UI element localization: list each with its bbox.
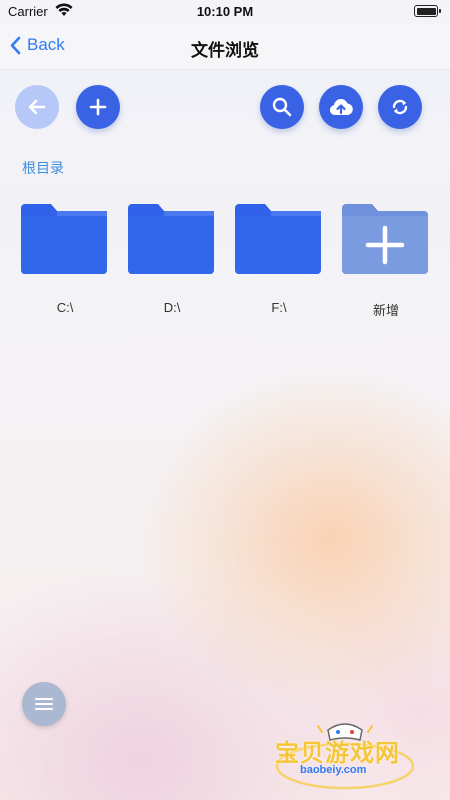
arrow-left-icon xyxy=(28,99,46,115)
back-directory-button[interactable] xyxy=(15,85,59,129)
cloud-upload-button[interactable] xyxy=(319,85,363,129)
refresh-icon xyxy=(392,99,408,115)
folder-item-d[interactable] xyxy=(128,200,216,274)
folder-item-c[interactable] xyxy=(21,200,109,274)
folder-icon xyxy=(128,204,214,274)
search-button[interactable] xyxy=(260,85,304,129)
folder-icon xyxy=(235,204,321,274)
folder-label: D:\ xyxy=(163,300,181,315)
folder-label: 新增 xyxy=(372,303,399,318)
folder-item-f[interactable] xyxy=(235,200,323,274)
search-icon xyxy=(272,97,292,117)
clock: 10:10 PM xyxy=(196,4,254,19)
back-label: Back xyxy=(27,35,65,54)
menu-button[interactable] xyxy=(22,682,66,726)
chevron-left-icon xyxy=(10,36,21,54)
folder-add-icon xyxy=(342,204,428,274)
battery-icon xyxy=(414,5,441,17)
watermark-text: 宝贝游戏网 xyxy=(275,740,400,767)
folder-label: C:\ xyxy=(56,300,74,315)
page-background xyxy=(0,70,450,800)
back-button[interactable]: Back xyxy=(10,35,65,55)
cloud-upload-icon xyxy=(329,98,353,115)
refresh-button[interactable] xyxy=(378,85,422,129)
breadcrumb[interactable]: 根目录 xyxy=(22,158,64,178)
navigation-bar: Back 文件浏览 xyxy=(0,24,450,70)
plus-icon xyxy=(89,98,107,116)
status-bar: Carrier 10:10 PM xyxy=(0,0,450,24)
page-title: 文件浏览 xyxy=(191,41,259,60)
watermark-url: baobeiy.com xyxy=(300,764,367,776)
folder-item-add[interactable] xyxy=(342,200,430,274)
folder-label: F:\ xyxy=(271,300,287,315)
menu-icon xyxy=(35,698,53,710)
add-button[interactable] xyxy=(76,85,120,129)
folder-icon xyxy=(21,204,107,274)
